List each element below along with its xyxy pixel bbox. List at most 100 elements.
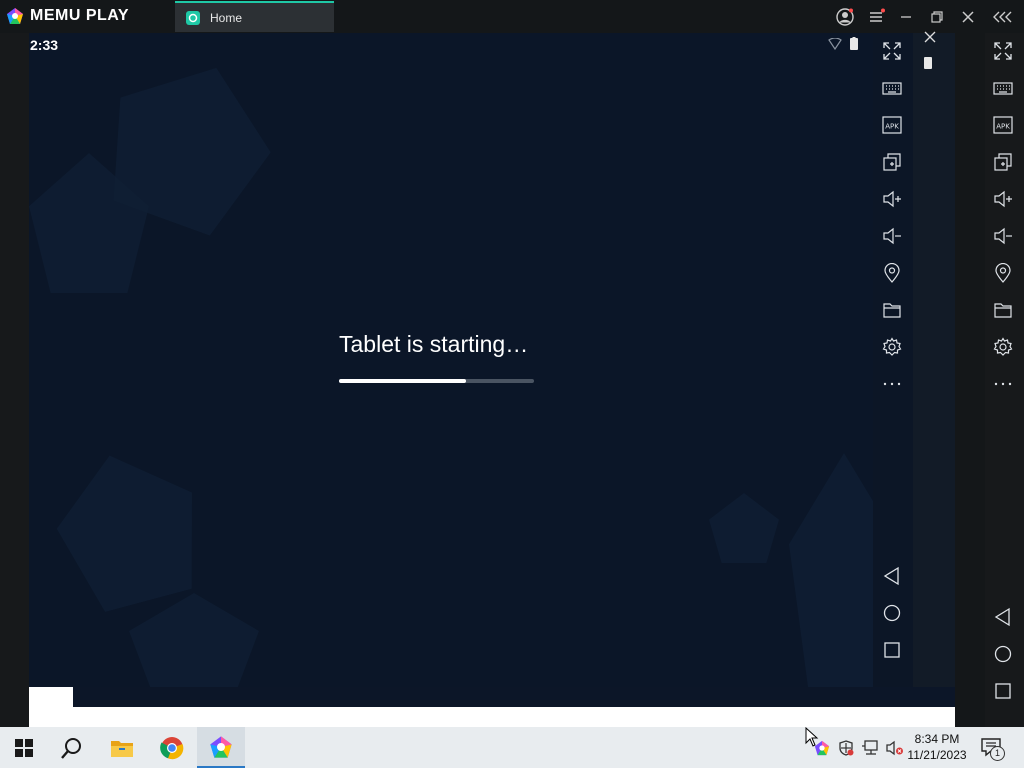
- overlay-panel: [913, 33, 955, 707]
- windows-taskbar: 1: [0, 727, 1024, 768]
- volume-up-icon: [994, 190, 1012, 208]
- start-button[interactable]: [0, 727, 48, 768]
- memu-logo: MEMU PLAY: [6, 5, 166, 27]
- inner-volume-up-button[interactable]: [880, 187, 904, 211]
- close-button[interactable]: [957, 6, 979, 28]
- progress-bar: [339, 379, 534, 383]
- inner-apk-button[interactable]: APK: [880, 113, 904, 137]
- sidebar-location-button[interactable]: [991, 261, 1015, 285]
- sidebar-volume-down-button[interactable]: [991, 224, 1015, 248]
- sidebar-recents-button[interactable]: [991, 679, 1015, 703]
- left-edge: [0, 33, 29, 727]
- multi-instance-icon: [994, 153, 1012, 171]
- more-icon: [883, 382, 901, 386]
- sidebar-fullscreen-button[interactable]: [991, 39, 1015, 63]
- windows-icon: [15, 738, 33, 757]
- sidebar-keyboard-button[interactable]: [991, 76, 1015, 100]
- home-icon: [883, 604, 901, 622]
- battery-icon: [850, 37, 858, 50]
- sidebar-settings-button[interactable]: [991, 335, 1015, 359]
- memu-taskbar-button[interactable]: [197, 727, 245, 768]
- taskbar-time: 8:34 PM: [914, 732, 960, 746]
- menu-icon: [870, 8, 885, 22]
- account-icon: [836, 8, 854, 26]
- file-explorer-button[interactable]: [98, 727, 146, 768]
- sidebar-back-button[interactable]: [991, 605, 1015, 629]
- wifi-icon: [828, 38, 842, 50]
- sidebar-multi-instance-button[interactable]: [991, 150, 1015, 174]
- apk-icon: APK: [882, 116, 902, 134]
- loading-message: Tablet is starting…: [339, 331, 529, 357]
- fullscreen-icon: [994, 42, 1012, 60]
- chrome-button[interactable]: [148, 727, 196, 768]
- overlay-close-button[interactable]: [921, 28, 939, 46]
- mouse-cursor-icon: [805, 727, 819, 747]
- minimize-icon: [901, 16, 911, 18]
- keyboard-icon: [882, 82, 902, 95]
- inner-multi-instance-button[interactable]: [880, 150, 904, 174]
- home-tab-icon: [186, 10, 200, 25]
- chrome-icon: [160, 736, 184, 759]
- minimize-button[interactable]: [895, 6, 917, 28]
- restore-icon: [931, 11, 943, 23]
- inner-more-button[interactable]: [880, 371, 904, 395]
- security-shield-icon[interactable]: [838, 740, 854, 756]
- progress-fill: [339, 379, 466, 383]
- volume-down-icon: [994, 227, 1012, 245]
- inner-home-button[interactable]: [880, 601, 904, 625]
- inner-fullscreen-button[interactable]: [880, 39, 904, 63]
- battery-icon: [924, 57, 932, 69]
- folder-icon: [883, 303, 901, 318]
- search-button[interactable]: [48, 727, 96, 768]
- volume-muted-icon[interactable]: [886, 740, 904, 756]
- inner-back-button[interactable]: [880, 564, 904, 588]
- sidebar-home-button[interactable]: [991, 642, 1015, 666]
- notifications-button[interactable]: 1: [980, 736, 1005, 761]
- close-icon: [924, 31, 936, 43]
- inner-recents-button[interactable]: [880, 638, 904, 662]
- wallpaper-shape: [129, 593, 259, 687]
- tab-label: Home: [210, 10, 243, 25]
- apk-label: APK: [885, 123, 899, 131]
- inner-settings-button[interactable]: [880, 335, 904, 359]
- screen-bottom: [29, 687, 955, 707]
- settings-icon: [882, 337, 902, 356]
- close-icon: [962, 11, 974, 23]
- inner-volume-down-button[interactable]: [880, 224, 904, 248]
- memu-gem-icon: [210, 735, 232, 758]
- sidebar-apk-button[interactable]: APK: [991, 113, 1015, 137]
- android-screen[interactable]: [29, 33, 874, 687]
- location-icon: [884, 263, 900, 283]
- window-frame-right: [955, 33, 985, 727]
- wallpaper-shape: [709, 493, 779, 563]
- title-bar: MEMU PLAY Home: [0, 0, 1024, 33]
- home-icon: [994, 645, 1012, 663]
- notification-count: 1: [990, 746, 1005, 761]
- volume-down-icon: [883, 227, 901, 245]
- volume-up-icon: [883, 190, 901, 208]
- sidebar-folder-button[interactable]: [991, 298, 1015, 322]
- sidebar-volume-up-button[interactable]: [991, 187, 1015, 211]
- wallpaper-shape: [42, 437, 216, 618]
- collapse-sidebar-button[interactable]: [992, 6, 1014, 28]
- tab-home[interactable]: Home: [175, 1, 334, 32]
- recents-icon: [884, 642, 900, 658]
- chevrons-left-icon: [993, 11, 1012, 23]
- memu-gem-icon: [7, 8, 23, 24]
- folder-icon: [994, 303, 1012, 318]
- sidebar-more-button[interactable]: [991, 371, 1015, 395]
- inner-location-button[interactable]: [880, 261, 904, 285]
- network-icon[interactable]: [862, 740, 880, 756]
- inner-folder-button[interactable]: [880, 298, 904, 322]
- more-icon: [994, 382, 1012, 386]
- inner-keyboard-button[interactable]: [880, 76, 904, 100]
- account-button[interactable]: [834, 6, 856, 28]
- restore-button[interactable]: [926, 6, 948, 28]
- settings-icon: [993, 337, 1013, 356]
- apk-icon: APK: [993, 116, 1013, 134]
- wallpaper-shape: [789, 453, 874, 687]
- multi-instance-icon: [883, 153, 901, 171]
- taskbar-clock[interactable]: 8:34 PM 11/21/2023: [905, 731, 969, 763]
- menu-button[interactable]: [865, 6, 887, 28]
- keyboard-icon: [993, 82, 1013, 95]
